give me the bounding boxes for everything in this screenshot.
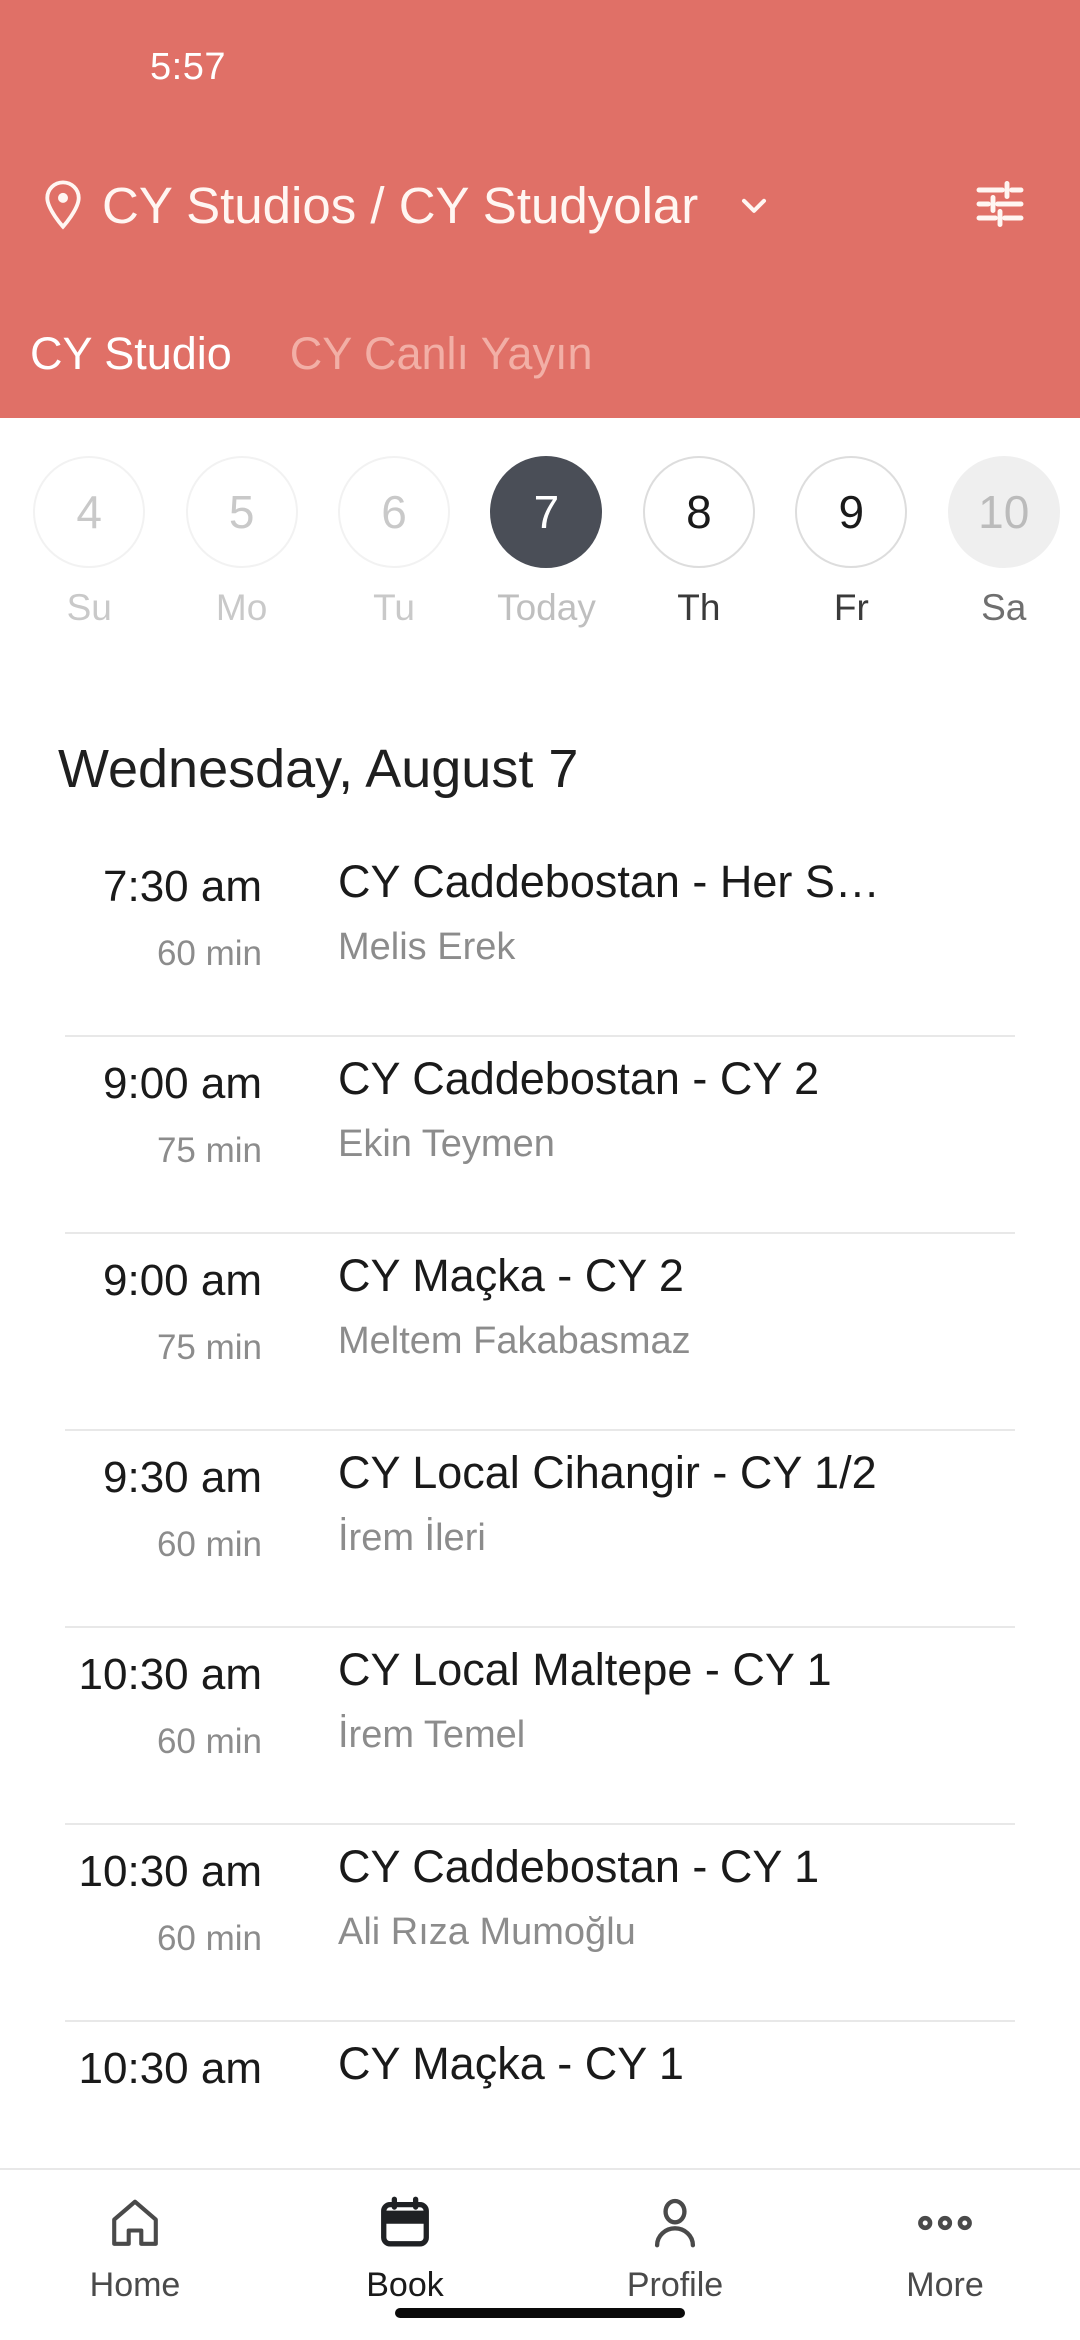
date-pill-label: Th xyxy=(677,587,721,628)
class-instructor: İrem Temel xyxy=(338,1714,526,1756)
class-name: CY Maçka - CY 2 xyxy=(338,1250,684,1301)
class-time-column: 9:00 am 75 min xyxy=(0,1256,262,1368)
class-start-time: 9:00 am xyxy=(103,1059,262,1108)
date-pill-number: 7 xyxy=(490,456,603,568)
chevron-down-icon[interactable] xyxy=(734,185,774,225)
class-time-column: 10:30 am xyxy=(0,2044,262,2094)
class-duration: 75 min xyxy=(156,1131,262,1170)
location-selector[interactable]: CY Studios / CY Studyolar xyxy=(0,150,1080,260)
class-name: CY Local Maltepe - CY 1 xyxy=(338,1644,832,1695)
page-title: Wednesday, August 7 xyxy=(58,739,579,799)
class-info-column: CY Caddebostan - CY 2 Ekin Teymen xyxy=(338,1053,1050,1166)
nav-label-home: Home xyxy=(89,2266,181,2304)
class-time-column: 10:30 am 60 min xyxy=(0,1847,262,1959)
class-start-time: 7:30 am xyxy=(103,862,262,911)
date-pill-label: Su xyxy=(66,587,112,628)
class-duration: 60 min xyxy=(156,1722,262,1761)
date-strip[interactable]: 4 Su 5 Mo 6 Tu 7 Today 8 Th 9 Fr 10 Sa xyxy=(0,418,1080,668)
filter-sliders-icon[interactable] xyxy=(972,176,1028,232)
nav-item-home[interactable]: Home xyxy=(0,2192,270,2305)
app-header: 5:57 CY Studios / CY Studyolar CY Studio… xyxy=(0,0,1080,418)
date-pill-9[interactable]: 9 Fr xyxy=(775,456,927,629)
class-name: CY Caddebostan - CY 1 xyxy=(338,1841,820,1892)
class-time-column: 9:30 am 60 min xyxy=(0,1453,262,1565)
nav-label-profile: Profile xyxy=(626,2266,724,2304)
nav-item-more[interactable]: More xyxy=(810,2192,1080,2305)
class-info-column: CY Local Maltepe - CY 1 İrem Temel xyxy=(338,1644,1050,1757)
class-list-item[interactable]: 10:30 am 60 min CY Caddebostan - CY 1 Ali R… xyxy=(0,1825,1080,2022)
class-duration: 60 min xyxy=(156,1919,262,1958)
status-bar-clock: 5:57 xyxy=(150,46,226,88)
date-pill-label: Fr xyxy=(833,587,869,628)
date-pill-number: 4 xyxy=(33,456,146,568)
class-info-column: CY Caddebostan - CY 1 Ali Rıza Mumoğlu xyxy=(338,1841,1050,1954)
class-time-column: 7:30 am 60 min xyxy=(0,862,262,974)
class-instructor: Meltem Fakabasmaz xyxy=(338,1320,691,1362)
date-pill-number: 6 xyxy=(338,456,451,568)
bottom-navigation[interactable]: Home Book Profile More xyxy=(0,2168,1080,2340)
home-icon xyxy=(106,2192,164,2254)
class-instructor: Melis Erek xyxy=(338,926,516,968)
class-duration: 60 min xyxy=(156,1525,262,1564)
status-bar: 5:57 xyxy=(0,0,1080,110)
class-start-time: 10:30 am xyxy=(78,1847,262,1896)
class-info-column: CY Caddebostan - Her S… Melis Erek xyxy=(338,856,1050,969)
class-time-column: 9:00 am 75 min xyxy=(0,1059,262,1171)
date-pill-label: Sa xyxy=(981,587,1027,628)
class-info-column: CY Maçka - CY 2 Meltem Fakabasmaz xyxy=(338,1250,1050,1363)
nav-item-book[interactable]: Book xyxy=(270,2192,540,2305)
class-list-item[interactable]: 10:30 am 60 min CY Local Maltepe - CY 1 İre… xyxy=(0,1628,1080,1825)
person-icon xyxy=(646,2192,704,2254)
date-pill-label: Mo xyxy=(215,587,268,628)
class-start-time: 10:30 am xyxy=(78,2044,262,2093)
class-instructor: İrem İleri xyxy=(338,1517,486,1559)
class-list-item[interactable]: 7:30 am 60 min CY Caddebostan - Her S… Meli… xyxy=(0,840,1080,1037)
location-pin-icon xyxy=(45,180,81,230)
date-pill-number: 10 xyxy=(947,456,1060,568)
class-start-time: 9:30 am xyxy=(103,1453,262,1502)
class-name: CY Caddebostan - CY 2 xyxy=(338,1053,820,1104)
class-info-column: CY Maçka - CY 1 xyxy=(338,2038,1050,2090)
date-pill-7[interactable]: 7 Today xyxy=(470,456,622,629)
class-duration: 75 min xyxy=(156,1328,262,1367)
more-dots-icon xyxy=(916,2192,974,2254)
class-info-column: CY Local Cihangir - CY 1/2 İrem İleri xyxy=(338,1447,1050,1560)
date-pill-number: 8 xyxy=(642,456,755,568)
class-list[interactable]: 7:30 am 60 min CY Caddebostan - Her S… Meli… xyxy=(0,840,1080,2200)
nav-item-profile[interactable]: Profile xyxy=(540,2192,810,2305)
location-title: CY Studios / CY Studyolar xyxy=(102,176,699,234)
date-pill-10[interactable]: 10 Sa xyxy=(928,456,1080,629)
app-root: 5:57 CY Studios / CY Studyolar CY Studio… xyxy=(0,0,1080,2340)
class-name: CY Local Cihangir - CY 1/2 xyxy=(338,1447,877,1498)
class-duration: 60 min xyxy=(156,934,262,973)
tab-cy-studio[interactable]: CY Studio xyxy=(30,328,232,380)
class-name: CY Maçka - CY 1 xyxy=(338,2038,684,2089)
date-pill-label: Tu xyxy=(373,587,415,628)
class-list-item[interactable]: 9:00 am 75 min CY Caddebostan - CY 2 Ekin T… xyxy=(0,1037,1080,1234)
class-instructor: Ekin Teymen xyxy=(338,1123,555,1165)
nav-label-more: More xyxy=(906,2266,984,2304)
class-list-item[interactable]: 9:30 am 60 min CY Local Cihangir - CY 1/2 İ… xyxy=(0,1431,1080,1628)
date-pill-8[interactable]: 8 Th xyxy=(623,456,775,629)
class-instructor: Ali Rıza Mumoğlu xyxy=(338,1911,636,1953)
date-pill-label: Today xyxy=(497,587,596,628)
home-gesture-bar xyxy=(395,2308,685,2318)
tab-cy-canli-yayin[interactable]: CY Canlı Yayın xyxy=(290,328,593,380)
date-pill-5[interactable]: 5 Mo xyxy=(165,456,317,629)
nav-label-book: Book xyxy=(366,2266,444,2304)
date-pill-number: 5 xyxy=(185,456,298,568)
date-pill-4[interactable]: 4 Su xyxy=(13,456,165,629)
date-pill-6[interactable]: 6 Tu xyxy=(318,456,470,629)
class-start-time: 9:00 am xyxy=(103,1256,262,1305)
class-start-time: 10:30 am xyxy=(78,1650,262,1699)
class-name: CY Caddebostan - Her S… xyxy=(338,856,880,907)
calendar-icon xyxy=(376,2192,434,2254)
class-list-item[interactable]: 9:00 am 75 min CY Maçka - CY 2 Meltem Fakab… xyxy=(0,1234,1080,1431)
date-pill-number: 9 xyxy=(795,456,908,568)
class-time-column: 10:30 am 60 min xyxy=(0,1650,262,1762)
header-tabs: CY Studio CY Canlı Yayın xyxy=(0,308,1080,400)
